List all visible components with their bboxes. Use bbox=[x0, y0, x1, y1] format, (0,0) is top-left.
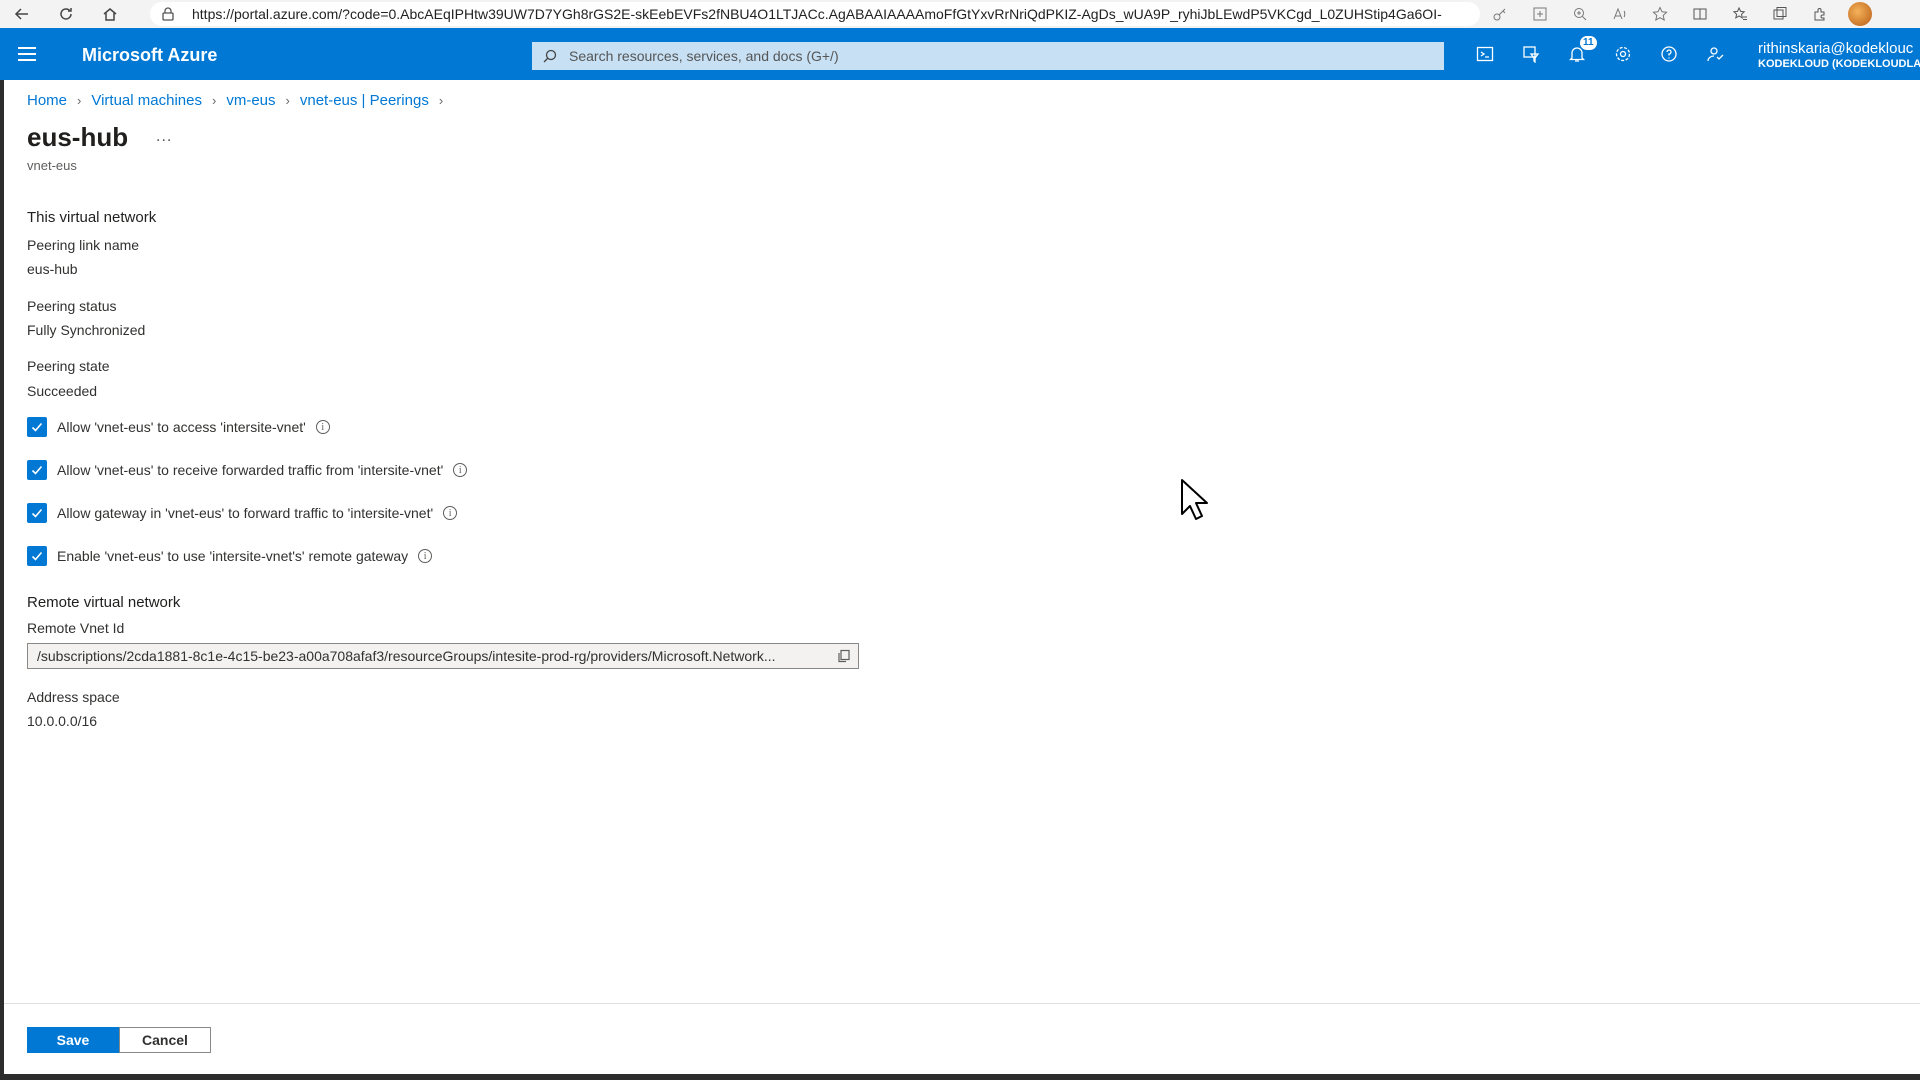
more-options-button[interactable]: ... bbox=[156, 128, 172, 146]
app-install-icon[interactable] bbox=[1520, 0, 1560, 28]
window-edge bbox=[0, 80, 4, 1080]
url-text[interactable]: https://portal.azure.com/?code=0.AbcAEqI… bbox=[192, 6, 1442, 22]
feedback-icon[interactable] bbox=[1692, 40, 1738, 68]
checkbox-gateway-transit[interactable] bbox=[27, 503, 47, 523]
chevron-right-icon: › bbox=[438, 93, 444, 108]
footer-divider bbox=[4, 1003, 1920, 1004]
brand-title[interactable]: Microsoft Azure bbox=[82, 45, 217, 66]
menu-icon[interactable] bbox=[18, 42, 46, 66]
peering-state-value: Succeeded bbox=[27, 383, 98, 399]
page-subtitle: vnet-eus bbox=[27, 158, 77, 173]
breadcrumb-vm[interactable]: vm-eus bbox=[226, 92, 275, 109]
peering-link-name-label: Peering link name bbox=[27, 237, 140, 253]
address-bar[interactable]: https://portal.azure.com/?code=0.AbcAEqI… bbox=[150, 2, 1480, 26]
copy-icon[interactable] bbox=[836, 648, 852, 664]
breadcrumb-peerings[interactable]: vnet-eus | Peerings bbox=[300, 92, 429, 109]
this-vnet-heading: This virtual network bbox=[27, 209, 157, 226]
checkbox-row-gateway-transit[interactable]: Allow gateway in 'vnet-eus' to forward t… bbox=[27, 503, 458, 523]
chevron-right-icon: › bbox=[77, 93, 82, 108]
checkbox-row-forwarded-traffic[interactable]: Allow 'vnet-eus' to receive forwarded tr… bbox=[27, 460, 468, 480]
extensions-icon[interactable] bbox=[1800, 0, 1840, 28]
chevron-right-icon: › bbox=[211, 93, 217, 108]
home-icon[interactable] bbox=[88, 0, 132, 28]
remote-vnet-id-field[interactable]: /subscriptions/2cda1881-8c1e-4c15-be23-a… bbox=[27, 643, 859, 669]
info-icon[interactable]: i bbox=[315, 420, 330, 434]
checkbox-row-remote-gateway[interactable]: Enable 'vnet-eus' to use 'intersite-vnet… bbox=[27, 546, 433, 566]
remote-vnet-heading: Remote virtual network bbox=[27, 594, 181, 611]
peering-state-label: Peering state bbox=[27, 358, 110, 374]
remote-vnet-id-value: /subscriptions/2cda1881-8c1e-4c15-be23-a… bbox=[37, 648, 776, 664]
profile-avatar[interactable] bbox=[1840, 0, 1880, 28]
checkbox-label: Enable 'vnet-eus' to use 'intersite-vnet… bbox=[57, 548, 409, 564]
settings-gear-icon[interactable] bbox=[1600, 40, 1646, 68]
info-icon[interactable]: i bbox=[443, 506, 458, 520]
search-placeholder: Search resources, services, and docs (G+… bbox=[569, 48, 839, 64]
remote-vnet-id-label: Remote Vnet Id bbox=[27, 620, 125, 636]
user-tenant: KODEKLOUD (KODEKLOUDLAB bbox=[1758, 58, 1920, 70]
checkbox-forwarded-traffic[interactable] bbox=[27, 460, 47, 480]
cancel-button[interactable]: Cancel bbox=[119, 1027, 211, 1053]
collections-icon[interactable] bbox=[1760, 0, 1800, 28]
peering-link-name-value: eus-hub bbox=[27, 261, 78, 277]
read-aloud-icon[interactable] bbox=[1600, 0, 1640, 28]
save-button[interactable]: Save bbox=[27, 1027, 119, 1053]
info-icon[interactable]: i bbox=[418, 549, 433, 563]
address-space-label: Address space bbox=[27, 689, 120, 705]
search-icon bbox=[543, 49, 561, 63]
user-name: rithinskaria@kodeklouc bbox=[1758, 40, 1914, 57]
checkbox-label: Allow 'vnet-eus' to access 'intersite-vn… bbox=[57, 419, 306, 435]
browser-toolbar: https://portal.azure.com/?code=0.AbcAEqI… bbox=[0, 0, 1920, 28]
checkbox-label: Allow 'vnet-eus' to receive forwarded tr… bbox=[57, 462, 444, 478]
checkbox-label: Allow gateway in 'vnet-eus' to forward t… bbox=[57, 505, 434, 521]
back-icon[interactable] bbox=[0, 0, 44, 28]
breadcrumb-virtual-machines[interactable]: Virtual machines bbox=[91, 92, 202, 109]
search-input[interactable]: Search resources, services, and docs (G+… bbox=[532, 42, 1444, 70]
breadcrumb-home[interactable]: Home bbox=[27, 92, 67, 109]
peering-status-value: Fully Synchronized bbox=[27, 322, 146, 338]
account-menu[interactable]: rithinskaria@kodeklouc KODEKLOUD (KODEKL… bbox=[1758, 40, 1920, 70]
help-icon[interactable] bbox=[1646, 40, 1692, 68]
peering-status-label: Peering status bbox=[27, 298, 117, 314]
chevron-right-icon: › bbox=[285, 93, 290, 108]
notifications-icon[interactable]: 11 bbox=[1554, 36, 1600, 68]
checkbox-remote-gateway[interactable] bbox=[27, 546, 47, 566]
directory-filter-icon[interactable] bbox=[1508, 40, 1554, 68]
zoom-icon[interactable] bbox=[1560, 0, 1600, 28]
address-space-value: 10.0.0.0/16 bbox=[27, 713, 98, 729]
favorites-icon[interactable] bbox=[1720, 0, 1760, 28]
info-icon[interactable]: i bbox=[453, 463, 468, 477]
cloud-shell-icon[interactable] bbox=[1462, 40, 1508, 68]
checkbox-allow-access[interactable] bbox=[27, 417, 47, 437]
favorite-star-icon[interactable] bbox=[1640, 0, 1680, 28]
azure-header: Microsoft Azure Search resources, servic… bbox=[0, 28, 1920, 80]
refresh-icon[interactable] bbox=[44, 0, 88, 28]
lock-icon bbox=[162, 7, 182, 21]
mouse-cursor-icon bbox=[1180, 478, 1210, 525]
notification-badge: 11 bbox=[1580, 36, 1597, 50]
checkbox-row-allow-access[interactable]: Allow 'vnet-eus' to access 'intersite-vn… bbox=[27, 417, 330, 437]
key-icon[interactable] bbox=[1480, 0, 1520, 28]
breadcrumb: Home › Virtual machines › vm-eus › vnet-… bbox=[27, 92, 453, 109]
split-screen-icon[interactable] bbox=[1680, 0, 1720, 28]
page-title: eus-hub bbox=[27, 122, 129, 152]
window-bottom-edge bbox=[0, 1074, 1920, 1080]
